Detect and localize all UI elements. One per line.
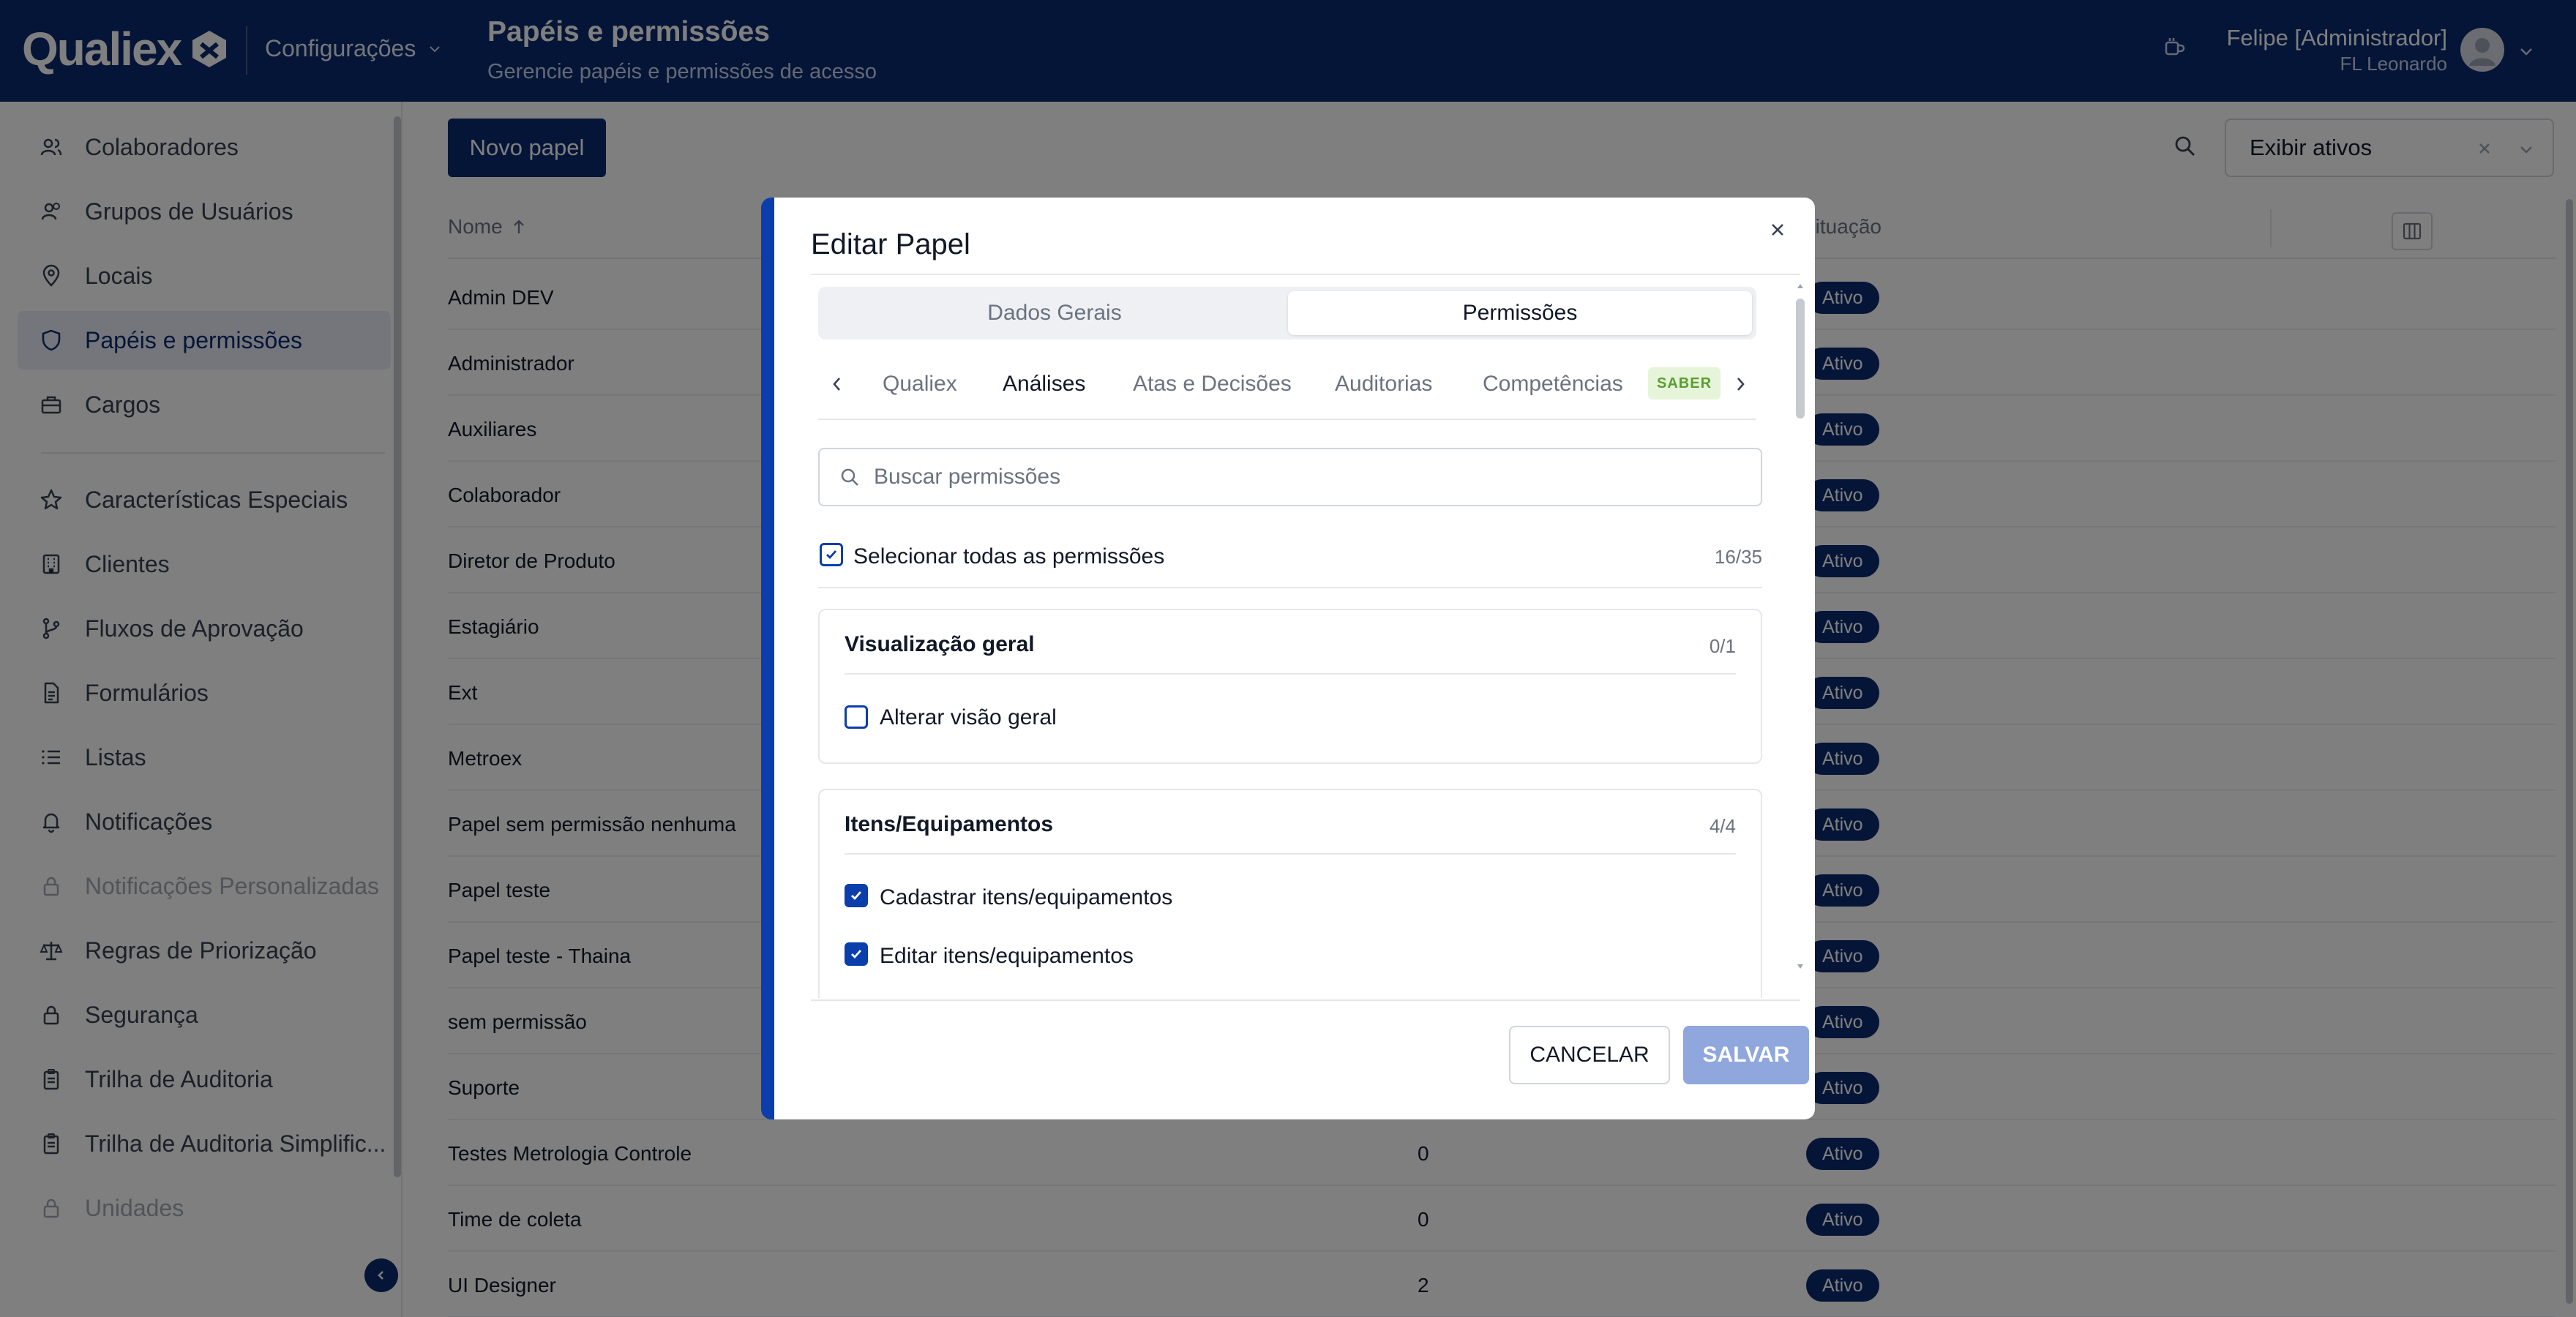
permission-checkbox[interactable] — [845, 942, 868, 966]
segmented-control: Dados Gerais Permissões — [818, 287, 1756, 339]
divider — [811, 999, 1800, 1001]
close-icon[interactable] — [1767, 220, 1788, 240]
tab-analises[interactable]: Análises — [1003, 372, 1085, 397]
permission-checkbox[interactable] — [845, 884, 868, 907]
permission-search-input[interactable]: Buscar permissões — [818, 448, 1762, 506]
select-all-row: Selecionar todas as permissões 16/35 — [818, 541, 1762, 588]
select-all-label[interactable]: Selecionar todas as permissões — [853, 544, 1164, 569]
chevron-right-icon[interactable] — [1733, 373, 1749, 395]
tab-permissoes[interactable]: Permissões — [1288, 291, 1752, 335]
scrollbar-thumb[interactable] — [1796, 299, 1805, 419]
group-title: Visualização geral — [845, 632, 1035, 656]
search-placeholder: Buscar permissões — [874, 465, 1061, 489]
permission-group-visualizacao: Visualização geral 0/1 Alterar visão ger… — [818, 609, 1762, 764]
select-all-count: 16/35 — [1714, 546, 1762, 568]
tab-atas-decisoes[interactable]: Atas e Decisões — [1133, 372, 1292, 397]
permission-checkbox[interactable] — [845, 705, 868, 729]
save-button[interactable]: SALVAR — [1683, 1026, 1809, 1084]
module-tabs: Qualiex Análises Atas e Decisões Auditor… — [818, 360, 1756, 420]
cancel-button[interactable]: CANCELAR — [1509, 1026, 1670, 1084]
group-title: Itens/Equipamentos — [845, 812, 1054, 836]
saber-badge: SABER — [1648, 367, 1721, 399]
tab-qualiex[interactable]: Qualiex — [883, 372, 957, 397]
modal-title: Editar Papel — [811, 228, 970, 260]
tab-dados-gerais[interactable]: Dados Gerais — [823, 291, 1287, 335]
divider — [845, 673, 1736, 675]
search-icon — [839, 466, 861, 488]
tab-competencias[interactable]: Competências — [1483, 372, 1623, 397]
permission-group-itens: Itens/Equipamentos 4/4 Cadastrar itens/e… — [818, 789, 1762, 998]
chevron-left-icon[interactable] — [828, 373, 845, 395]
group-count: 4/4 — [1709, 815, 1736, 837]
edit-role-modal: Editar Papel Dados Gerais Permissões Qua… — [761, 198, 1815, 1119]
permission-label[interactable]: Cadastrar itens/equipamentos — [880, 885, 1172, 910]
select-all-checkbox[interactable] — [820, 543, 843, 566]
divider — [811, 274, 1800, 275]
permission-label[interactable]: Editar itens/equipamentos — [880, 944, 1134, 969]
modal-scrollbar[interactable] — [1796, 281, 1805, 972]
permission-label[interactable]: Alterar visão geral — [880, 705, 1057, 730]
divider — [845, 853, 1736, 855]
group-count: 0/1 — [1709, 635, 1736, 657]
tab-auditorias[interactable]: Auditorias — [1335, 372, 1432, 397]
